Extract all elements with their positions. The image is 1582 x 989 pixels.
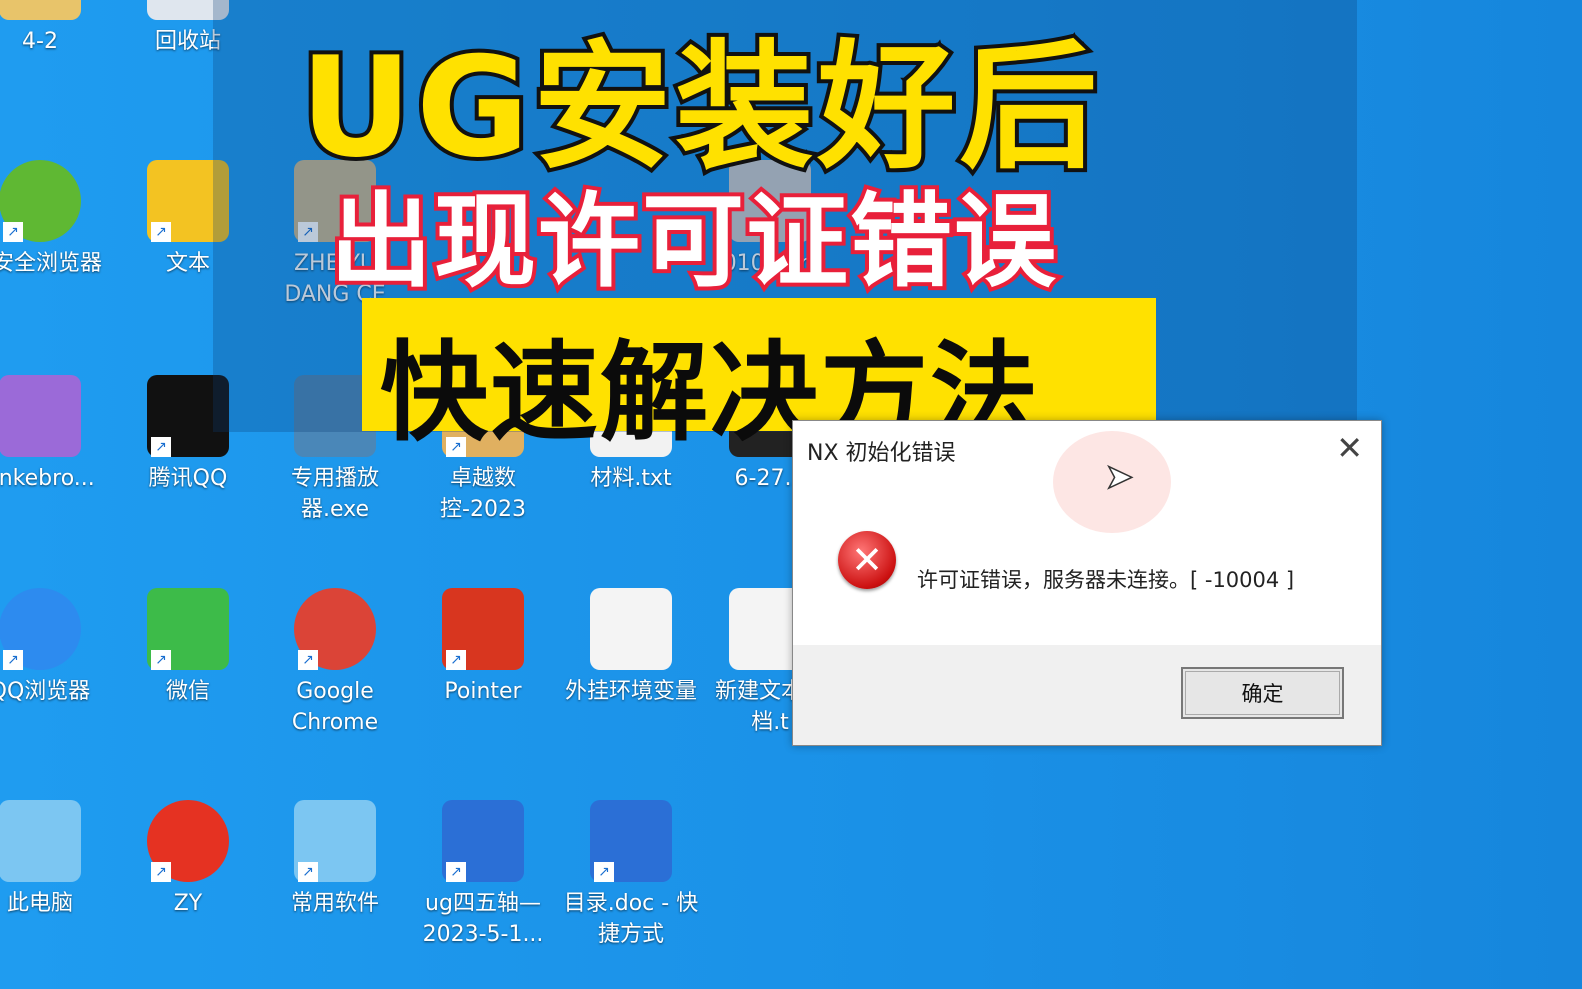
desktop-icon-label: 专用播放器.exe: [290, 466, 379, 522]
desktop-icon-label: 此电脑: [6, 891, 73, 916]
file-icon: [590, 588, 672, 670]
computer-icon: [0, 800, 81, 882]
shortcut-arrow-icon: ↗: [151, 650, 171, 670]
desktop-icon-label: 微信: [165, 679, 210, 704]
desktop-icon[interactable]: ↗ 常用软件: [265, 800, 405, 919]
desktop-icon-label: Google Chrome: [291, 679, 379, 735]
desktop-icon-label: 4-2: [22, 29, 58, 54]
shortcut-arrow-icon: ↗: [3, 650, 23, 670]
desktop-icon-label: ankebro...: [0, 466, 95, 491]
desktop-icon[interactable]: 4-2: [0, 0, 110, 57]
shortcut-arrow-icon: ↗: [3, 222, 23, 242]
desktop-icon[interactable]: ↗ 目录.doc - 快捷方式: [561, 800, 701, 950]
nx-error-dialog: NX 初始化错误 ✕ ➤ ✕ 许可证错误，服务器未连接。[ -10004 ] 确…: [792, 420, 1382, 746]
dialog-title: NX 初始化错误: [807, 441, 956, 466]
desktop-icon-label: Pointer: [444, 679, 522, 704]
desktop-icon-label: 材料.txt: [590, 466, 672, 491]
pointer-pen-icon: ↗: [442, 588, 524, 670]
word-doc-icon: ↗: [590, 800, 672, 882]
desktop-icon-label: 腾讯QQ: [148, 466, 228, 491]
browser-360-icon: ↗: [0, 160, 81, 242]
shortcut-arrow-icon: ↗: [151, 862, 171, 882]
desktop-icon-label: ZY: [173, 891, 203, 916]
wechat-icon: ↗: [147, 588, 229, 670]
shortcut-arrow-icon: ↗: [298, 650, 318, 670]
desktop-icon[interactable]: 此电脑: [0, 800, 110, 919]
mouse-cursor-icon: ➤: [1104, 456, 1134, 498]
computer-icon: ↗: [294, 800, 376, 882]
chrome-icon: ↗: [294, 588, 376, 670]
shortcut-arrow-icon: ↗: [151, 437, 171, 457]
record-icon: ↗: [147, 800, 229, 882]
desktop-icon[interactable]: ↗ 0安全浏览器: [0, 160, 110, 279]
dialog-message: 许可证错误，服务器未连接。[ -10004 ]: [917, 568, 1295, 592]
desktop-icon-label: ug四五轴—2023-5-1...: [422, 891, 544, 947]
shortcut-arrow-icon: ↗: [298, 862, 318, 882]
desktop-icon-label: 0安全浏览器: [0, 251, 102, 276]
browser-beta-icon: [0, 375, 81, 457]
desktop-icon[interactable]: ↗ 微信: [118, 588, 258, 707]
error-icon: ✕: [838, 531, 896, 589]
word-doc-icon: ↗: [442, 800, 524, 882]
desktop-icon[interactable]: ↗ QQ浏览器: [0, 588, 110, 707]
ok-button[interactable]: 确定: [1181, 667, 1344, 719]
folder-icon: [0, 0, 81, 20]
desktop-icon[interactable]: ankebro...: [0, 375, 110, 494]
desktop-icon-label: QQ浏览器: [0, 679, 91, 704]
desktop-icon-label: 目录.doc - 快捷方式: [563, 891, 699, 947]
desktop-icon[interactable]: ↗ Google Chrome: [265, 588, 405, 738]
shortcut-arrow-icon: ↗: [446, 650, 466, 670]
desktop-icon[interactable]: ↗ ZY: [118, 800, 258, 919]
desktop-icon[interactable]: ↗ Pointer: [413, 588, 553, 707]
desktop-icon-label: 卓越数控-2023: [440, 466, 526, 522]
close-icon[interactable]: ✕: [1336, 429, 1363, 467]
shortcut-arrow-icon: ↗: [151, 222, 171, 242]
shortcut-arrow-icon: ↗: [446, 862, 466, 882]
desktop-icon-label: 外挂环境变量: [564, 679, 697, 704]
shortcut-arrow-icon: ↗: [594, 862, 614, 882]
desktop-icon[interactable]: ↗ ug四五轴—2023-5-1...: [413, 800, 553, 950]
desktop-icon[interactable]: 外挂环境变量: [561, 588, 701, 707]
overlay-title-line2: 出现许可证错误: [326, 179, 1060, 306]
desktop-icon-label: 常用软件: [290, 891, 379, 916]
qq-browser-icon: ↗: [0, 588, 81, 670]
